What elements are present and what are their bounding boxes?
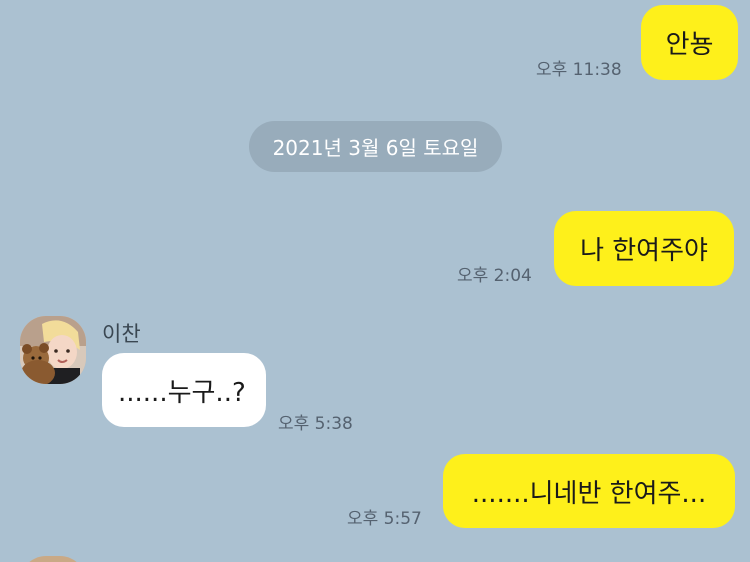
message-time: 오후 5:57 (347, 509, 422, 529)
outgoing-message-bubble[interactable]: 안뇽 (641, 5, 738, 80)
message-text: .......니네반 한여주... (471, 478, 707, 509)
message-text: 안뇽 (665, 30, 714, 60)
message-text: 나 한여주야 (580, 236, 708, 266)
profile-avatar-icon[interactable] (20, 556, 86, 562)
profile-avatar-icon[interactable] (20, 316, 86, 384)
outgoing-message-bubble[interactable]: 나 한여주야 (554, 211, 734, 286)
message-time: 오후 11:38 (536, 60, 622, 80)
message-time: 오후 2:04 (457, 266, 532, 286)
message-time: 오후 5:38 (278, 414, 353, 434)
message-text: ......누구..? (118, 377, 246, 408)
date-divider: 2021년 3월 6일 토요일 (249, 121, 502, 172)
date-divider-text: 2021년 3월 6일 토요일 (272, 136, 479, 160)
outgoing-message-bubble[interactable]: .......니네반 한여주... (443, 454, 735, 528)
sender-name: 이찬 (102, 322, 141, 346)
incoming-message-bubble[interactable]: ......누구..? (102, 353, 266, 427)
chat-room: 오후 11:38 안뇽 2021년 3월 6일 토요일 오후 2:04 나 한여… (0, 0, 750, 562)
avatar-image (20, 316, 86, 384)
